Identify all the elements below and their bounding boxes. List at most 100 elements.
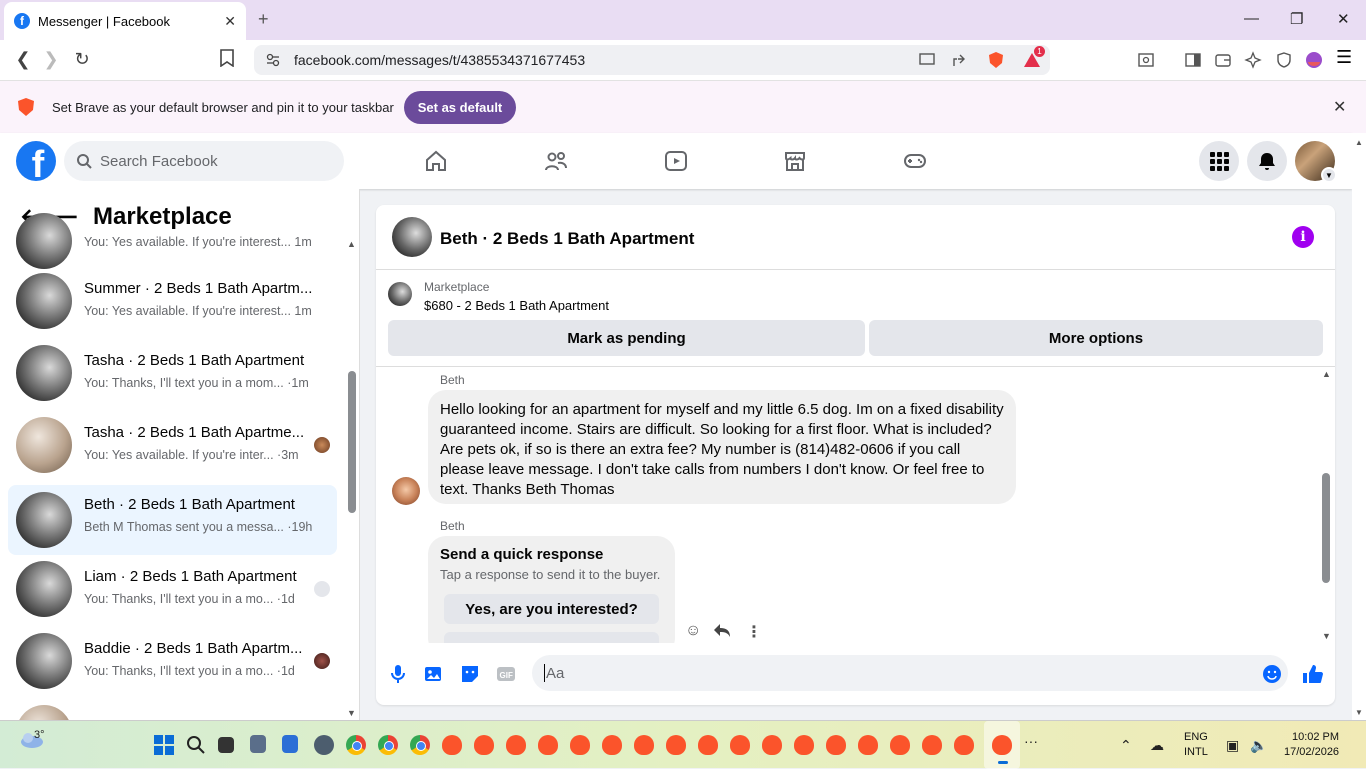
conversation-item[interactable]: You: Yes available. If you're interest..… bbox=[8, 209, 337, 273]
taskbar-overflow-icon[interactable]: ··· bbox=[1024, 733, 1038, 749]
sticker-icon[interactable] bbox=[460, 664, 480, 684]
conversation-item[interactable]: Summer · 2 Beds 1 Bath Apartm... You: Ye… bbox=[8, 269, 337, 333]
microphone-icon[interactable] bbox=[388, 664, 408, 684]
video-icon[interactable] bbox=[664, 149, 688, 173]
facebook-search-input[interactable]: Search Facebook bbox=[64, 141, 344, 181]
brave-icon[interactable] bbox=[666, 735, 686, 755]
forward-icon[interactable]: ❯ bbox=[40, 49, 62, 70]
conversation-item[interactable]: Tasha · 2 Beds 1 Bath Apartment You: Tha… bbox=[8, 341, 337, 405]
conversation-item[interactable]: Baddie · 2 Beds 1 Bath Apartm... You: Th… bbox=[8, 629, 337, 693]
message-input[interactable]: Aa bbox=[532, 655, 1288, 691]
back-icon[interactable]: ❮ bbox=[12, 49, 34, 70]
facebook-logo[interactable]: f bbox=[16, 141, 56, 181]
brave-active-icon[interactable] bbox=[992, 735, 1012, 755]
chat-title[interactable]: Beth · 2 Beds 1 Bath Apartment bbox=[440, 229, 694, 249]
reload-icon[interactable]: ↻ bbox=[71, 49, 93, 70]
cast-icon[interactable] bbox=[918, 51, 936, 69]
menu-grid-icon[interactable] bbox=[1199, 141, 1239, 181]
conversation-item[interactable]: Tasha · 2 Beds 1 Bath Apartme... You: Ye… bbox=[8, 413, 337, 477]
photo-icon[interactable] bbox=[424, 664, 444, 684]
reader-mode-icon[interactable] bbox=[1137, 51, 1155, 69]
react-icon[interactable]: ☺ bbox=[685, 622, 701, 640]
marketplace-icon[interactable] bbox=[783, 149, 807, 173]
minimize-icon[interactable]: — bbox=[1244, 10, 1259, 27]
bookmark-icon[interactable] bbox=[219, 49, 241, 67]
tab-close-icon[interactable]: ✕ bbox=[224, 13, 236, 30]
sidebar-icon[interactable] bbox=[1184, 51, 1202, 69]
leo-ai-icon[interactable] bbox=[1244, 51, 1262, 69]
brave-icon[interactable] bbox=[826, 735, 846, 755]
listing-title[interactable]: $680 - 2 Beds 1 Bath Apartment bbox=[424, 298, 609, 313]
listing-avatar[interactable] bbox=[392, 217, 432, 257]
more-actions-icon[interactable]: ⋮ bbox=[746, 622, 762, 642]
menu-icon[interactable]: ☰ bbox=[1336, 47, 1354, 67]
vpn-icon[interactable] bbox=[1275, 51, 1293, 69]
brave-icon[interactable] bbox=[762, 735, 782, 755]
set-as-default-button[interactable]: Set as default bbox=[404, 91, 516, 124]
reply-icon[interactable] bbox=[713, 622, 731, 638]
brave-icon[interactable] bbox=[506, 735, 526, 755]
profile-icon[interactable] bbox=[1305, 51, 1323, 69]
brave-icon[interactable] bbox=[442, 735, 462, 755]
chrome-icon[interactable] bbox=[410, 735, 430, 755]
notepad-icon[interactable] bbox=[282, 735, 298, 753]
mark-as-pending-button[interactable]: Mark as pending bbox=[388, 320, 865, 356]
like-thumb-icon[interactable] bbox=[1302, 664, 1323, 684]
show-hidden-icons-chevron-icon[interactable]: ⌃ bbox=[1120, 737, 1132, 754]
task-view-icon[interactable] bbox=[218, 737, 234, 753]
app-icon[interactable] bbox=[314, 735, 334, 755]
brave-icon[interactable] bbox=[634, 735, 654, 755]
share-icon[interactable] bbox=[951, 51, 969, 69]
calculator-icon[interactable] bbox=[250, 735, 266, 753]
quick-response-option[interactable] bbox=[444, 632, 659, 643]
network-icon[interactable]: ▣ bbox=[1226, 737, 1239, 754]
more-options-button[interactable]: More options bbox=[869, 320, 1323, 356]
banner-close-icon[interactable]: ✕ bbox=[1333, 97, 1346, 117]
brave-icon[interactable] bbox=[954, 735, 974, 755]
chrome-icon[interactable] bbox=[346, 735, 366, 755]
brave-shields-icon[interactable] bbox=[987, 51, 1005, 69]
brave-icon[interactable] bbox=[570, 735, 590, 755]
keyboard-language[interactable]: ENG INTL bbox=[1184, 730, 1208, 760]
conversation-item[interactable] bbox=[8, 701, 337, 720]
maximize-icon[interactable]: ❐ bbox=[1290, 10, 1303, 28]
brave-icon[interactable] bbox=[890, 735, 910, 755]
page-scrollbar[interactable]: ▲ ▼ bbox=[1352, 133, 1366, 720]
conversation-item[interactable]: Liam · 2 Beds 1 Bath Apartment You: Than… bbox=[8, 557, 337, 621]
window-close-icon[interactable]: ✕ bbox=[1337, 10, 1350, 28]
gaming-icon[interactable] bbox=[903, 149, 927, 173]
info-icon[interactable]: i bbox=[1292, 226, 1314, 248]
clock[interactable]: 10:02 PM 17/02/2026 bbox=[1284, 730, 1339, 760]
taskbar-search-icon[interactable] bbox=[186, 735, 206, 755]
start-windows-icon[interactable] bbox=[154, 735, 174, 755]
brave-icon[interactable] bbox=[794, 735, 814, 755]
site-settings-icon[interactable] bbox=[266, 53, 280, 67]
wallet-icon[interactable] bbox=[1214, 51, 1232, 69]
new-tab-button[interactable]: + bbox=[258, 9, 269, 30]
notifications-bell-icon[interactable] bbox=[1247, 141, 1287, 181]
brave-icon[interactable] bbox=[922, 735, 942, 755]
gif-icon[interactable]: GIF bbox=[496, 664, 516, 684]
conversation-item-active[interactable]: Beth · 2 Beds 1 Bath Apartment Beth M Th… bbox=[8, 485, 337, 555]
onedrive-icon[interactable]: ☁ bbox=[1150, 737, 1164, 754]
brave-icon[interactable] bbox=[538, 735, 558, 755]
sender-avatar[interactable] bbox=[392, 477, 420, 505]
brave-icon[interactable] bbox=[602, 735, 622, 755]
emoji-icon[interactable] bbox=[1262, 664, 1282, 684]
brave-icon[interactable] bbox=[858, 735, 878, 755]
volume-icon[interactable]: 🔈 bbox=[1250, 737, 1267, 754]
brave-icon[interactable] bbox=[730, 735, 750, 755]
scrollbar-thumb[interactable] bbox=[1322, 473, 1330, 583]
message-bubble[interactable]: Hello looking for an apartment for mysel… bbox=[428, 390, 1016, 504]
account-avatar[interactable]: ▼ bbox=[1295, 141, 1337, 183]
listing-thumbnail[interactable] bbox=[388, 282, 412, 306]
friends-icon[interactable] bbox=[544, 149, 568, 173]
brave-rewards-icon[interactable]: 1 bbox=[1022, 46, 1045, 69]
weather-widget[interactable]: 3° bbox=[18, 729, 46, 749]
brave-icon[interactable] bbox=[474, 735, 494, 755]
quick-response-option[interactable]: Yes, are you interested? bbox=[444, 594, 659, 624]
conversation-list-scrollbar[interactable]: ▲ ▼ bbox=[344, 237, 358, 720]
chrome-icon[interactable] bbox=[378, 735, 398, 755]
chevron-down-icon[interactable]: ▼ bbox=[1321, 167, 1337, 183]
scrollbar-thumb[interactable] bbox=[348, 371, 356, 513]
